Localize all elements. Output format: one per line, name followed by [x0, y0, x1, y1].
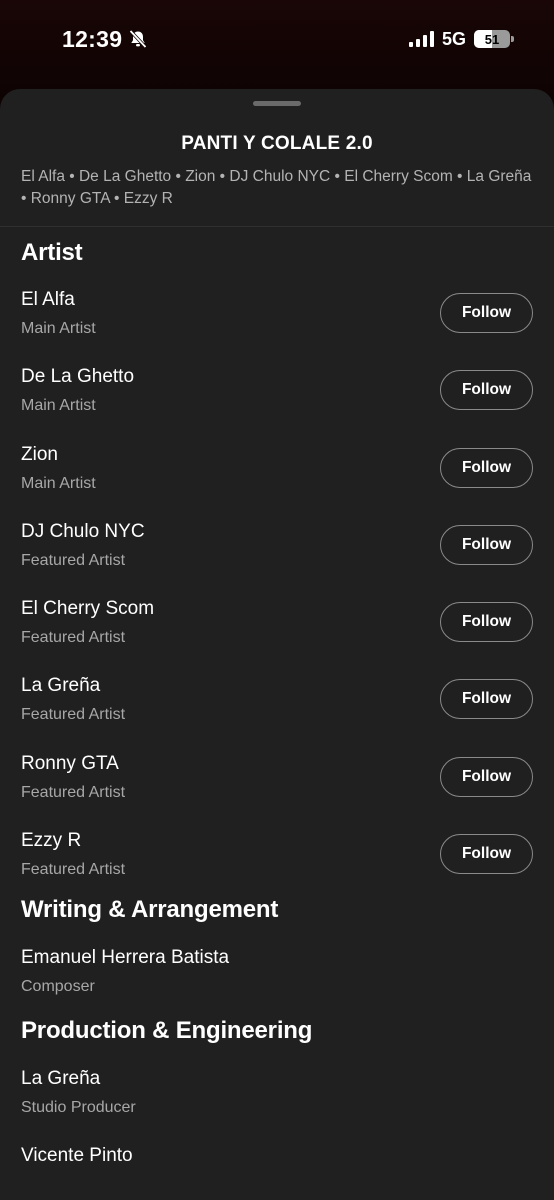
credit-role: Studio Producer [21, 1098, 136, 1116]
follow-button[interactable]: Follow [440, 756, 533, 797]
credit-name[interactable]: Ezzy R [21, 830, 81, 852]
follow-button[interactable]: Follow [440, 447, 533, 488]
credit-role: Composer [21, 978, 95, 996]
follow-button[interactable]: Follow [440, 293, 533, 333]
credit-name[interactable]: Ronny GTA [21, 753, 119, 775]
battery-level: 51 [484, 31, 500, 47]
follow-button[interactable]: Follow [440, 524, 533, 565]
network-type: 5G [441, 28, 466, 49]
credit-role: Featured Artist [21, 706, 126, 724]
credit-name[interactable]: Zion [21, 444, 58, 466]
status-left: 12:39 [62, 26, 148, 53]
credit-role: Main Artist [21, 320, 96, 337]
follow-button[interactable]: Follow [440, 370, 533, 411]
status-right: 5G 51 [408, 28, 514, 50]
section-title-artist: Artist [21, 239, 83, 266]
credit-role: Main Artist [21, 474, 96, 492]
credit-name[interactable]: El Alfa [21, 289, 75, 311]
credit-row: DJ Chulo NYC Featured Artist Follow [0, 521, 554, 598]
credit-row: Ezzy R Featured Artist Follow [0, 830, 554, 907]
credit-name[interactable]: Emanuel Herrera Batista [21, 947, 229, 969]
credit-role: Main Artist [21, 397, 96, 415]
credit-role: Featured Artist [21, 783, 126, 801]
credit-name[interactable]: El Cherry Scom [21, 598, 154, 620]
follow-button[interactable]: Follow [440, 602, 533, 643]
credit-row: Vicente Pinto [0, 1145, 554, 1200]
song-artists-line: El Alfa • De La Ghetto • Zion • DJ Chulo… [21, 168, 532, 207]
credit-row: Ronny GTA Featured Artist Follow [0, 753, 554, 830]
clock: 12:39 [62, 25, 123, 52]
credits-sheet: PANTI Y COLALE 2.0 El Alfa • De La Ghett… [0, 89, 554, 1200]
battery-icon: 51 [474, 30, 514, 48]
artist-list: El Alfa Main Artist Follow De La Ghetto … [0, 289, 554, 907]
credit-role: Featured Artist [21, 629, 126, 647]
credit-row: Emanuel Herrera Batista Composer [0, 947, 554, 1024]
song-title: PANTI Y COLALE 2.0 [181, 133, 373, 154]
credit-role: Featured Artist [21, 861, 126, 879]
credit-row: El Alfa Main Artist Follow [0, 289, 554, 366]
credit-row: El Cherry Scom Featured Artist Follow [0, 598, 554, 675]
screen: 12:39 5G 51 PANTI Y COLALE 2.0 El Alfa •… [0, 0, 554, 1200]
credit-row: La Greña Featured Artist Follow [0, 675, 554, 752]
credit-row: De La Ghetto Main Artist Follow [0, 366, 554, 443]
credit-name[interactable]: La Greña [21, 675, 100, 697]
credit-row: Zion Main Artist Follow [0, 444, 554, 521]
follow-button[interactable]: Follow [440, 679, 533, 720]
credit-name[interactable]: Vicente Pinto [21, 1145, 133, 1167]
follow-button[interactable]: Follow [440, 834, 533, 875]
status-bar: 12:39 5G 51 [0, 0, 554, 78]
sheet-grabber-handle[interactable] [253, 101, 301, 106]
song-header: PANTI Y COLALE 2.0 El Alfa • De La Ghett… [0, 133, 554, 227]
credit-role: Featured Artist [21, 551, 126, 569]
credit-row: La Greña Studio Producer [0, 1068, 554, 1145]
signal-icon [408, 31, 434, 47]
credit-name[interactable]: DJ Chulo NYC [21, 521, 145, 543]
credit-name[interactable]: De La Ghetto [21, 366, 134, 388]
bell-slash-icon [128, 29, 148, 49]
credit-name[interactable]: La Greña [21, 1068, 100, 1090]
